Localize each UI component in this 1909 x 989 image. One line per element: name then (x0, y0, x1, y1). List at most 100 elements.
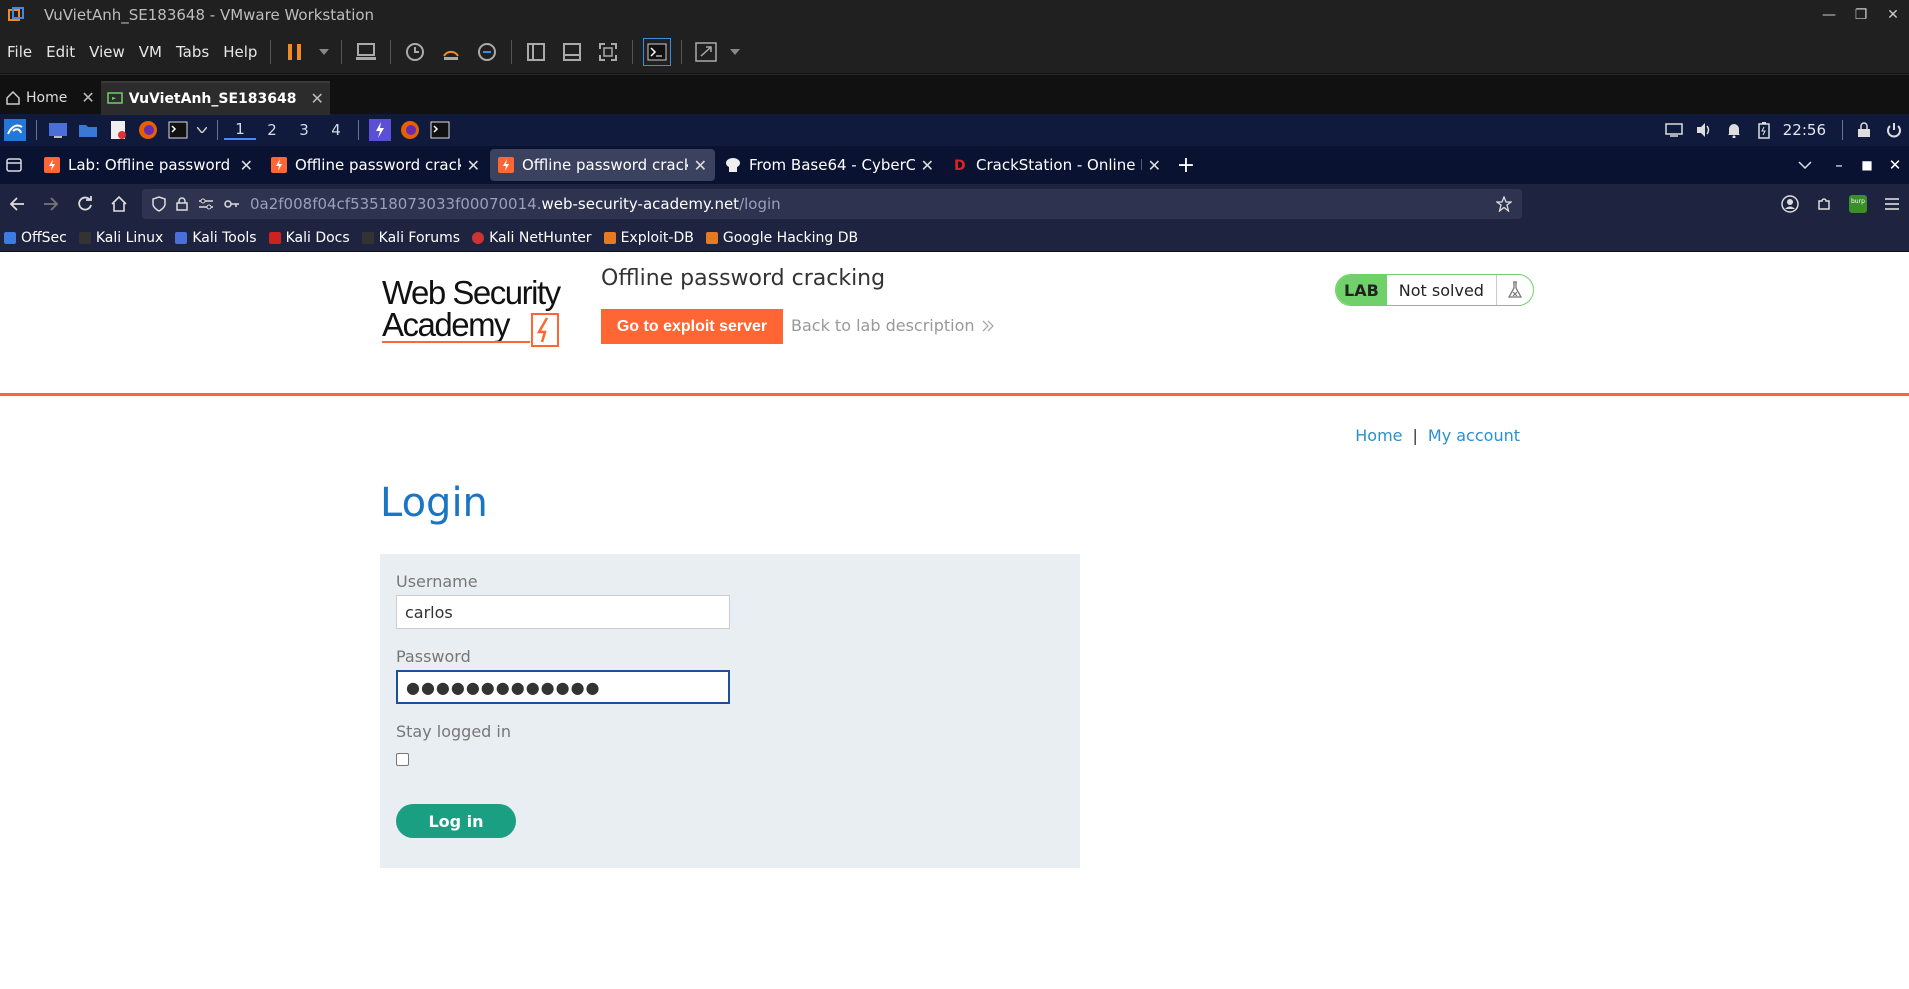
reload-icon[interactable] (68, 189, 102, 219)
key-icon[interactable] (224, 198, 240, 210)
vm-tab-machine[interactable]: VuVietAnh_SE183648 ✕ (100, 80, 330, 115)
file-manager-icon[interactable] (76, 118, 100, 142)
browser-tab[interactable]: Lab: Offline password cra ✕ (36, 149, 261, 181)
burp-extension-icon[interactable]: burp (1841, 189, 1875, 219)
hamburger-menu-icon[interactable] (1875, 189, 1909, 219)
close-icon[interactable]: ✕ (1881, 156, 1909, 174)
burpsuite-icon[interactable] (368, 118, 392, 142)
home-icon[interactable] (102, 189, 136, 219)
forward-icon[interactable] (34, 189, 68, 219)
console-view-icon[interactable] (643, 37, 672, 66)
stay-logged-in-checkbox[interactable] (396, 753, 409, 766)
browser-tab[interactable]: Offline password cracking ✕ (263, 149, 488, 181)
text-editor-icon[interactable] (106, 118, 130, 142)
close-tab-icon[interactable]: ✕ (694, 156, 707, 175)
kali-menu-icon[interactable] (3, 118, 27, 142)
bookmark-kali-docs[interactable]: Kali Docs (268, 230, 350, 246)
display-icon[interactable] (1662, 118, 1686, 142)
menu-tabs[interactable]: Tabs (169, 43, 216, 61)
maximize-icon[interactable]: ■ (1853, 158, 1881, 172)
chevron-down-icon[interactable] (317, 38, 331, 66)
new-tab-icon[interactable]: + (1171, 153, 1201, 178)
desktop-icon[interactable] (46, 118, 70, 142)
workspace-2[interactable]: 2 (256, 121, 288, 139)
vm-tab-home[interactable]: Home ✕ (0, 81, 101, 115)
volume-icon[interactable] (1692, 118, 1716, 142)
web-security-academy-logo[interactable]: Web Security Academy (382, 274, 562, 347)
lock-icon[interactable] (176, 197, 188, 211)
menu-file[interactable]: File (0, 43, 39, 61)
close-tab-icon[interactable]: ✕ (81, 88, 94, 107)
list-tabs-icon[interactable] (1785, 161, 1825, 169)
workspace-4[interactable]: 4 (320, 121, 352, 139)
tab-overview-icon[interactable] (0, 158, 28, 172)
terminal-icon[interactable] (428, 118, 452, 142)
menu-view[interactable]: View (82, 43, 132, 61)
close-icon[interactable]: ✕ (1877, 7, 1909, 23)
close-tab-icon[interactable]: ✕ (921, 156, 934, 175)
notification-bell-icon[interactable] (1722, 118, 1746, 142)
account-icon[interactable] (1773, 189, 1807, 219)
extensions-icon[interactable] (1807, 189, 1841, 219)
library-icon[interactable] (522, 38, 550, 66)
firefox-icon[interactable] (136, 118, 160, 142)
home-link[interactable]: Home (1355, 426, 1402, 445)
bookmark-star-icon[interactable] (1496, 196, 1512, 212)
browser-tab[interactable]: From Base64 - CyberChef ✕ (717, 149, 942, 181)
bookmark-kali-tools[interactable]: Kali Tools (175, 230, 257, 246)
battery-icon[interactable] (1752, 118, 1776, 142)
close-tab-icon[interactable]: ✕ (1148, 156, 1161, 175)
minimize-icon[interactable]: — (1813, 7, 1845, 23)
menu-edit[interactable]: Edit (39, 43, 82, 61)
url-text[interactable]: 0a2f008f04cf53518073033f00070014.web-sec… (250, 195, 781, 213)
workspace-3[interactable]: 3 (288, 121, 320, 139)
send-ctrl-alt-del-icon[interactable] (352, 38, 380, 66)
vmware-logo-icon (8, 7, 24, 23)
browser-tab-active[interactable]: Offline password cracking ✕ (490, 149, 715, 181)
bookmark-kali-linux[interactable]: Kali Linux (78, 230, 163, 246)
full-screen-icon[interactable] (594, 38, 622, 66)
password-label: Password (396, 647, 471, 666)
my-account-link[interactable]: My account (1428, 426, 1520, 445)
browser-tab[interactable]: D CrackStation - Online Pas ✕ (944, 149, 1169, 181)
minimize-icon[interactable]: – (1825, 156, 1853, 174)
menu-help[interactable]: Help (216, 43, 264, 61)
menu-vm[interactable]: VM (132, 43, 169, 61)
url-bar[interactable]: 0a2f008f04cf53518073033f00070014.web-sec… (142, 189, 1522, 219)
workspace-1[interactable]: 1 (224, 120, 256, 140)
stretch-guest-icon[interactable] (692, 38, 720, 66)
lab-badge: LAB (1336, 275, 1387, 305)
close-tab-icon[interactable]: ✕ (240, 156, 253, 175)
permissions-icon[interactable] (198, 198, 214, 210)
bookmark-kali-forums[interactable]: Kali Forums (361, 230, 460, 246)
back-to-lab-description-link[interactable]: Back to lab description (791, 316, 995, 335)
log-in-button[interactable]: Log in (396, 804, 516, 838)
back-icon[interactable] (0, 189, 34, 219)
firefox-icon[interactable] (398, 118, 422, 142)
snapshot-manager-icon[interactable] (473, 38, 501, 66)
bookmark-exploit-db[interactable]: Exploit-DB (603, 229, 694, 246)
shield-icon[interactable] (152, 196, 166, 212)
chevron-down-icon[interactable] (196, 118, 208, 142)
username-input[interactable]: carlos (396, 595, 730, 629)
lock-icon[interactable] (1852, 118, 1876, 142)
close-tab-icon[interactable]: ✕ (311, 89, 324, 108)
password-input[interactable]: ●●●●●●●●●●●●● (396, 670, 730, 704)
thumbnail-bar-icon[interactable] (558, 38, 586, 66)
restore-icon[interactable]: ❐ (1845, 7, 1877, 23)
revert-snapshot-icon[interactable] (437, 38, 465, 66)
bookmark-offsec[interactable]: OffSec (4, 230, 67, 246)
chevron-down-icon[interactable] (728, 38, 742, 66)
bookmark-google-hacking-db[interactable]: Google Hacking DB (705, 229, 859, 246)
clock[interactable]: 22:56 (1783, 121, 1826, 139)
snapshot-icon[interactable] (401, 38, 429, 66)
bookmark-label: Exploit-DB (620, 229, 694, 246)
stay-logged-in-label: Stay logged in (396, 722, 512, 741)
bookmark-label: Google Hacking DB (722, 229, 859, 246)
power-icon[interactable] (1882, 118, 1906, 142)
close-tab-icon[interactable]: ✕ (467, 156, 480, 175)
go-to-exploit-server-button[interactable]: Go to exploit server (601, 309, 783, 344)
bookmark-kali-nethunter[interactable]: Kali NetHunter (472, 230, 592, 246)
pause-icon[interactable] (281, 38, 309, 66)
terminal-icon[interactable] (166, 118, 190, 142)
